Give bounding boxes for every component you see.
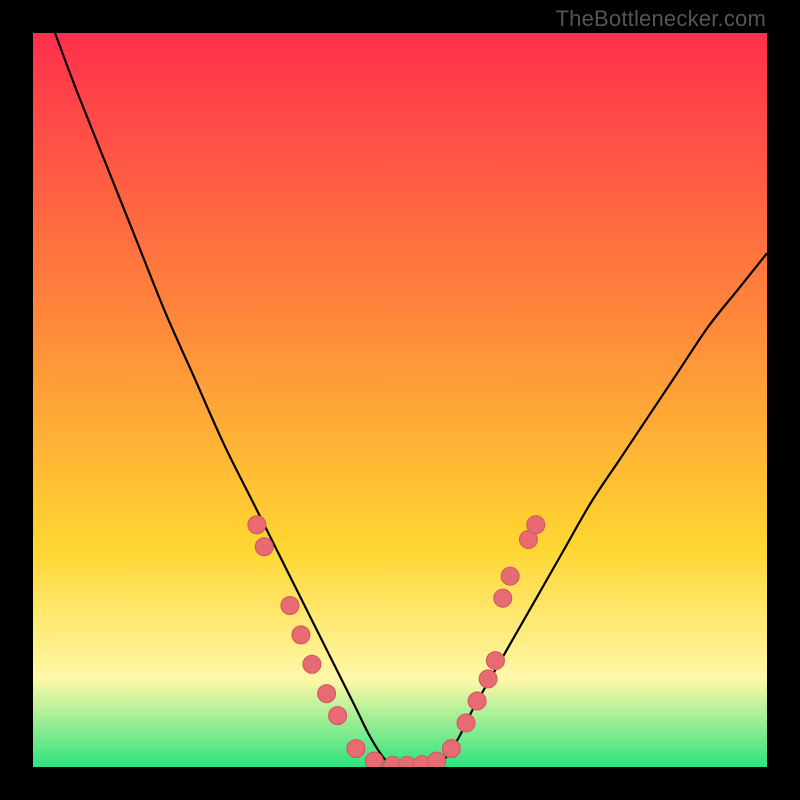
curve-marker bbox=[442, 740, 460, 758]
curve-marker bbox=[281, 597, 299, 615]
curve-marker bbox=[468, 692, 486, 710]
curve-marker bbox=[501, 567, 519, 585]
curve-marker bbox=[527, 516, 545, 534]
bottleneck-curve-svg bbox=[33, 33, 767, 767]
curve-marker bbox=[329, 707, 347, 725]
curve-marker bbox=[292, 626, 310, 644]
curve-marker bbox=[255, 538, 273, 556]
curve-marker bbox=[457, 714, 475, 732]
curve-marker bbox=[365, 752, 383, 767]
chart-frame: TheBottlenecker.com bbox=[0, 0, 800, 800]
bottleneck-curve bbox=[55, 33, 767, 767]
curve-marker bbox=[347, 740, 365, 758]
curve-marker bbox=[486, 652, 504, 670]
curve-marker bbox=[248, 516, 266, 534]
curve-markers bbox=[248, 516, 545, 767]
curve-marker bbox=[318, 685, 336, 703]
curve-marker bbox=[494, 589, 512, 607]
curve-marker bbox=[479, 670, 497, 688]
plot-area bbox=[33, 33, 767, 767]
curve-marker bbox=[303, 655, 321, 673]
watermark-text: TheBottlenecker.com bbox=[556, 6, 766, 32]
curve-marker bbox=[428, 752, 446, 767]
